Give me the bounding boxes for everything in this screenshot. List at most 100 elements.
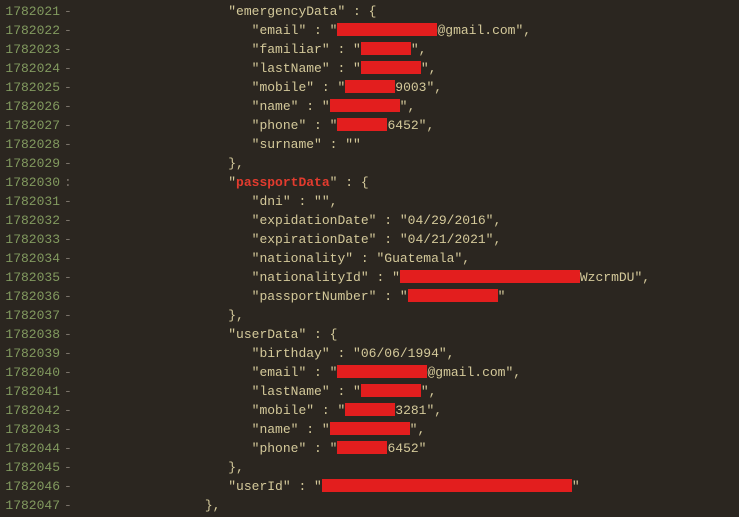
line-number: 1782026 [0, 97, 64, 116]
code-line: 1782045 - }, [0, 458, 650, 477]
fold-marker[interactable]: - [64, 211, 78, 230]
fold-marker[interactable]: - [64, 230, 78, 249]
fold-marker[interactable]: - [64, 439, 78, 458]
fold-marker[interactable]: - [64, 306, 78, 325]
redaction-block [400, 270, 580, 283]
code-content: "lastName" : "", [78, 59, 650, 78]
fold-marker[interactable]: - [64, 59, 78, 78]
code-content: "userId" : "" [78, 477, 650, 496]
fold-marker[interactable]: - [64, 496, 78, 515]
code-content: "userData" : { [78, 325, 650, 344]
line-number: 1782029 [0, 154, 64, 173]
line-number: 1782038 [0, 325, 64, 344]
fold-marker[interactable]: - [64, 116, 78, 135]
fold-marker[interactable]: - [64, 477, 78, 496]
code-line: 1782034 - "nationality" : "Guatemala", [0, 249, 650, 268]
fold-marker[interactable]: : [64, 173, 78, 192]
code-line: 1782047 - }, [0, 496, 650, 515]
code-content: "mobile" : "3281", [78, 401, 650, 420]
line-number: 1782027 [0, 116, 64, 135]
code-content: "nationalityId" : "WzcrmDU", [78, 268, 650, 287]
code-line: 1782023 - "familiar" : "", [0, 40, 650, 59]
code-line: 1782021 - "emergencyData" : { [0, 2, 650, 21]
fold-marker[interactable]: - [64, 154, 78, 173]
redaction-block [337, 23, 437, 36]
fold-marker[interactable]: - [64, 268, 78, 287]
code-line: 1782042 - "mobile" : "3281", [0, 401, 650, 420]
code-line: 1782032 - "expidationDate" : "04/29/2016… [0, 211, 650, 230]
code-content: }, [78, 496, 650, 515]
fold-marker[interactable]: - [64, 249, 78, 268]
fold-marker[interactable]: - [64, 135, 78, 154]
fold-marker[interactable]: - [64, 401, 78, 420]
code-line: 1782028 - "surname" : "" [0, 135, 650, 154]
code-content: }, [78, 306, 650, 325]
line-number: 1782037 [0, 306, 64, 325]
line-number: 1782021 [0, 2, 64, 21]
line-number: 1782028 [0, 135, 64, 154]
fold-marker[interactable]: - [64, 420, 78, 439]
line-number: 1782022 [0, 21, 64, 40]
line-number: 1782040 [0, 363, 64, 382]
fold-marker[interactable]: - [64, 78, 78, 97]
line-number: 1782045 [0, 458, 64, 477]
code-content: "expidationDate" : "04/29/2016", [78, 211, 650, 230]
line-number: 1782025 [0, 78, 64, 97]
line-number: 1782034 [0, 249, 64, 268]
fold-marker[interactable]: - [64, 40, 78, 59]
redaction-block [361, 384, 421, 397]
fold-marker[interactable]: - [64, 325, 78, 344]
fold-marker[interactable]: - [64, 382, 78, 401]
code-content: "phone" : "6452", [78, 116, 650, 135]
line-number: 1782032 [0, 211, 64, 230]
fold-marker[interactable]: - [64, 458, 78, 477]
fold-marker[interactable]: - [64, 21, 78, 40]
code-line: 1782035 - "nationalityId" : "WzcrmDU", [0, 268, 650, 287]
redaction-block [322, 479, 572, 492]
code-line: 1782031 - "dni" : "", [0, 192, 650, 211]
code-viewer: 1782021 - "emergencyData" : { 1782022 - … [0, 0, 650, 515]
search-match: passportData [236, 175, 330, 190]
fold-marker[interactable]: - [64, 2, 78, 21]
code-content: "passportData" : { [78, 173, 650, 192]
redaction-block [337, 441, 387, 454]
code-line: 1782036 - "passportNumber" : "" [0, 287, 650, 306]
code-content: "phone" : "6452" [78, 439, 650, 458]
code-content: "mobile" : "9003", [78, 78, 650, 97]
code-content: "email" : "@gmail.com", [78, 21, 650, 40]
code-content: "birthday" : "06/06/1994", [78, 344, 650, 363]
code-content: "nationality" : "Guatemala", [78, 249, 650, 268]
redaction-block [337, 365, 427, 378]
code-content: "name" : "", [78, 420, 650, 439]
code-line: 1782037 - }, [0, 306, 650, 325]
redaction-block [361, 61, 421, 74]
redaction-block [408, 289, 498, 302]
code-line: 1782025 - "mobile" : "9003", [0, 78, 650, 97]
code-line: 1782039 - "birthday" : "06/06/1994", [0, 344, 650, 363]
redaction-block [345, 80, 395, 93]
line-number: 1782036 [0, 287, 64, 306]
line-number: 1782035 [0, 268, 64, 287]
line-number: 1782042 [0, 401, 64, 420]
fold-marker[interactable]: - [64, 287, 78, 306]
code-content: "name" : "", [78, 97, 650, 116]
redaction-block [330, 99, 400, 112]
code-line: 1782044 - "phone" : "6452" [0, 439, 650, 458]
fold-marker[interactable]: - [64, 192, 78, 211]
code-content: "familiar" : "", [78, 40, 650, 59]
fold-marker[interactable]: - [64, 344, 78, 363]
fold-marker[interactable]: - [64, 363, 78, 382]
fold-marker[interactable]: - [64, 97, 78, 116]
line-number: 1782030 [0, 173, 64, 192]
code-content: "surname" : "" [78, 135, 650, 154]
code-content: "passportNumber" : "" [78, 287, 650, 306]
code-content: "expirationDate" : "04/21/2021", [78, 230, 650, 249]
code-content: "lastName" : "", [78, 382, 650, 401]
line-number: 1782046 [0, 477, 64, 496]
redaction-block [361, 42, 411, 55]
line-number: 1782044 [0, 439, 64, 458]
code-line: 1782024 - "lastName" : "", [0, 59, 650, 78]
line-number: 1782047 [0, 496, 64, 515]
code-line: 1782041 - "lastName" : "", [0, 382, 650, 401]
line-number: 1782023 [0, 40, 64, 59]
